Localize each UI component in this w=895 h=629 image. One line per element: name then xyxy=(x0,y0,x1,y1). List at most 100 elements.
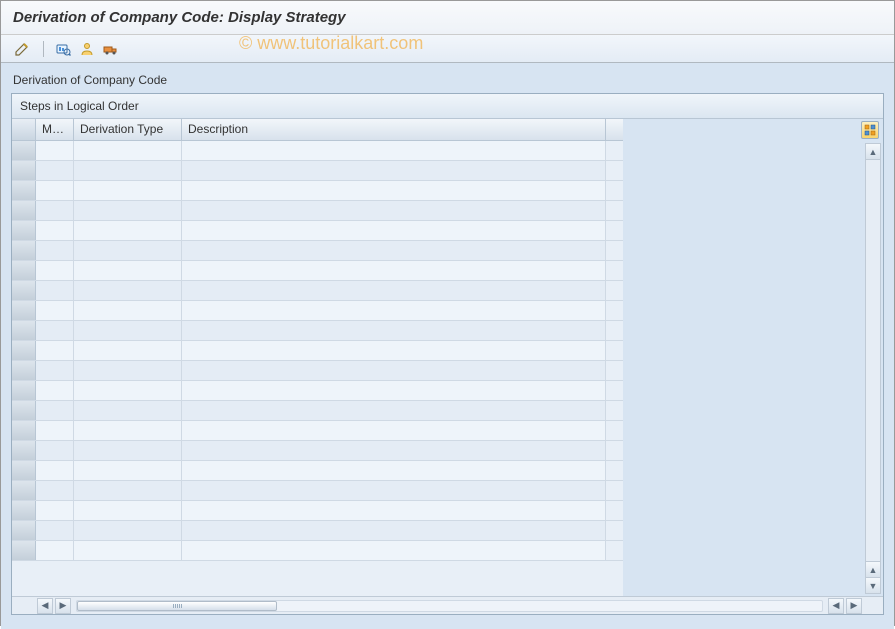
cell-derivation-type[interactable] xyxy=(74,201,182,220)
table-row[interactable] xyxy=(12,481,623,501)
user-icon[interactable] xyxy=(76,39,98,59)
cell-description[interactable] xyxy=(182,181,606,200)
cell-derivation-type[interactable] xyxy=(74,381,182,400)
scroll-down-icon[interactable]: ▲ xyxy=(866,561,880,577)
row-selector[interactable] xyxy=(12,361,36,380)
table-row[interactable] xyxy=(12,521,623,541)
cell-description[interactable] xyxy=(182,341,606,360)
cell-derivation-type[interactable] xyxy=(74,341,182,360)
row-selector[interactable] xyxy=(12,341,36,360)
select-all-header[interactable] xyxy=(12,119,36,140)
table-row[interactable] xyxy=(12,541,623,561)
table-row[interactable] xyxy=(12,261,623,281)
table-row[interactable] xyxy=(12,361,623,381)
cell-ma[interactable] xyxy=(36,161,74,180)
column-header-ma[interactable]: Ma... xyxy=(36,119,74,140)
table-row[interactable] xyxy=(12,381,623,401)
table-row[interactable] xyxy=(12,281,623,301)
scroll-left-icon[interactable]: ◀ xyxy=(37,598,53,614)
row-selector[interactable] xyxy=(12,161,36,180)
cell-ma[interactable] xyxy=(36,261,74,280)
table-settings-icon[interactable] xyxy=(861,121,879,139)
row-selector[interactable] xyxy=(12,181,36,200)
cell-derivation-type[interactable] xyxy=(74,501,182,520)
cell-description[interactable] xyxy=(182,361,606,380)
cell-description[interactable] xyxy=(182,441,606,460)
cell-description[interactable] xyxy=(182,521,606,540)
cell-description[interactable] xyxy=(182,321,606,340)
cell-description[interactable] xyxy=(182,461,606,480)
cell-ma[interactable] xyxy=(36,441,74,460)
table-row[interactable] xyxy=(12,301,623,321)
cell-ma[interactable] xyxy=(36,321,74,340)
cell-description[interactable] xyxy=(182,301,606,320)
cell-ma[interactable] xyxy=(36,421,74,440)
row-selector[interactable] xyxy=(12,381,36,400)
table-row[interactable] xyxy=(12,461,623,481)
column-header-description[interactable]: Description xyxy=(182,119,606,140)
cell-derivation-type[interactable] xyxy=(74,361,182,380)
cell-ma[interactable] xyxy=(36,541,74,560)
table-row[interactable] xyxy=(12,401,623,421)
column-header-derivation-type[interactable]: Derivation Type xyxy=(74,119,182,140)
row-selector[interactable] xyxy=(12,261,36,280)
cell-description[interactable] xyxy=(182,501,606,520)
cell-description[interactable] xyxy=(182,481,606,500)
cell-ma[interactable] xyxy=(36,281,74,300)
table-row[interactable] xyxy=(12,321,623,341)
row-selector[interactable] xyxy=(12,221,36,240)
cell-derivation-type[interactable] xyxy=(74,441,182,460)
cell-derivation-type[interactable] xyxy=(74,141,182,160)
row-selector[interactable] xyxy=(12,321,36,340)
cell-derivation-type[interactable] xyxy=(74,461,182,480)
cell-ma[interactable] xyxy=(36,241,74,260)
vertical-scrollbar[interactable]: ▲ ▲ ▼ xyxy=(865,143,881,594)
scroll-down2-icon[interactable]: ▼ xyxy=(866,577,880,593)
cell-description[interactable] xyxy=(182,541,606,560)
cell-description[interactable] xyxy=(182,401,606,420)
cell-ma[interactable] xyxy=(36,481,74,500)
cell-derivation-type[interactable] xyxy=(74,161,182,180)
cell-derivation-type[interactable] xyxy=(74,321,182,340)
cell-derivation-type[interactable] xyxy=(74,541,182,560)
scroll-up-icon[interactable]: ▲ xyxy=(866,144,880,160)
cell-ma[interactable] xyxy=(36,221,74,240)
cell-ma[interactable] xyxy=(36,461,74,480)
cell-ma[interactable] xyxy=(36,381,74,400)
row-selector[interactable] xyxy=(12,461,36,480)
cell-ma[interactable] xyxy=(36,361,74,380)
table-row[interactable] xyxy=(12,141,623,161)
cell-ma[interactable] xyxy=(36,341,74,360)
row-selector[interactable] xyxy=(12,481,36,500)
vertical-scroll-track[interactable] xyxy=(866,160,880,561)
row-selector[interactable] xyxy=(12,201,36,220)
cell-derivation-type[interactable] xyxy=(74,421,182,440)
horizontal-scroll-track[interactable] xyxy=(76,600,823,612)
row-selector[interactable] xyxy=(12,401,36,420)
cell-description[interactable] xyxy=(182,201,606,220)
cell-description[interactable] xyxy=(182,161,606,180)
analyze-icon[interactable] xyxy=(52,39,74,59)
table-row[interactable] xyxy=(12,241,623,261)
cell-derivation-type[interactable] xyxy=(74,521,182,540)
cell-description[interactable] xyxy=(182,381,606,400)
cell-derivation-type[interactable] xyxy=(74,221,182,240)
table-row[interactable] xyxy=(12,441,623,461)
table-row[interactable] xyxy=(12,221,623,241)
scroll-left2-icon[interactable]: ◀ xyxy=(828,598,844,614)
cell-derivation-type[interactable] xyxy=(74,301,182,320)
cell-derivation-type[interactable] xyxy=(74,261,182,280)
row-selector[interactable] xyxy=(12,241,36,260)
cell-ma[interactable] xyxy=(36,181,74,200)
cell-description[interactable] xyxy=(182,241,606,260)
row-selector[interactable] xyxy=(12,281,36,300)
scroll-right-icon[interactable]: ▶ xyxy=(55,598,71,614)
row-selector[interactable] xyxy=(12,441,36,460)
scroll-right2-icon[interactable]: ▶ xyxy=(846,598,862,614)
cell-derivation-type[interactable] xyxy=(74,281,182,300)
change-icon[interactable] xyxy=(11,39,33,59)
cell-derivation-type[interactable] xyxy=(74,181,182,200)
table-row[interactable] xyxy=(12,181,623,201)
cell-description[interactable] xyxy=(182,421,606,440)
cell-ma[interactable] xyxy=(36,301,74,320)
